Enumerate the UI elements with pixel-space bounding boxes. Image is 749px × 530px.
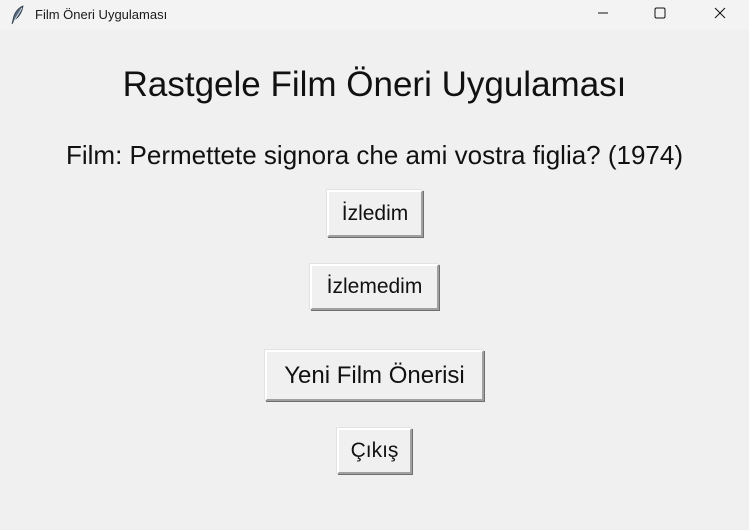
close-button[interactable] xyxy=(697,0,743,30)
client-area: Rastgele Film Öneri Uygulaması Film: Per… xyxy=(0,30,749,530)
maximize-button[interactable] xyxy=(637,0,683,30)
page-title: Rastgele Film Öneri Uygulaması xyxy=(122,65,627,104)
not-watched-button[interactable]: İzlemedim xyxy=(310,264,439,310)
film-suggestion-label: Film: Permettete signora che ami vostra … xyxy=(65,140,684,170)
app-window: Film Öneri Uygulaması Rastgele Film Öner… xyxy=(0,0,749,530)
exit-button[interactable]: Çıkış xyxy=(337,428,412,474)
feather-icon xyxy=(9,5,27,25)
new-suggestion-button[interactable]: Yeni Film Önerisi xyxy=(265,350,484,401)
minimize-button[interactable] xyxy=(580,0,626,30)
watched-button[interactable]: İzledim xyxy=(327,190,423,237)
title-bar[interactable]: Film Öneri Uygulaması xyxy=(0,0,749,30)
close-icon xyxy=(714,6,726,24)
maximize-icon xyxy=(654,6,666,24)
minimize-icon xyxy=(597,6,609,24)
window-title: Film Öneri Uygulaması xyxy=(35,7,168,22)
